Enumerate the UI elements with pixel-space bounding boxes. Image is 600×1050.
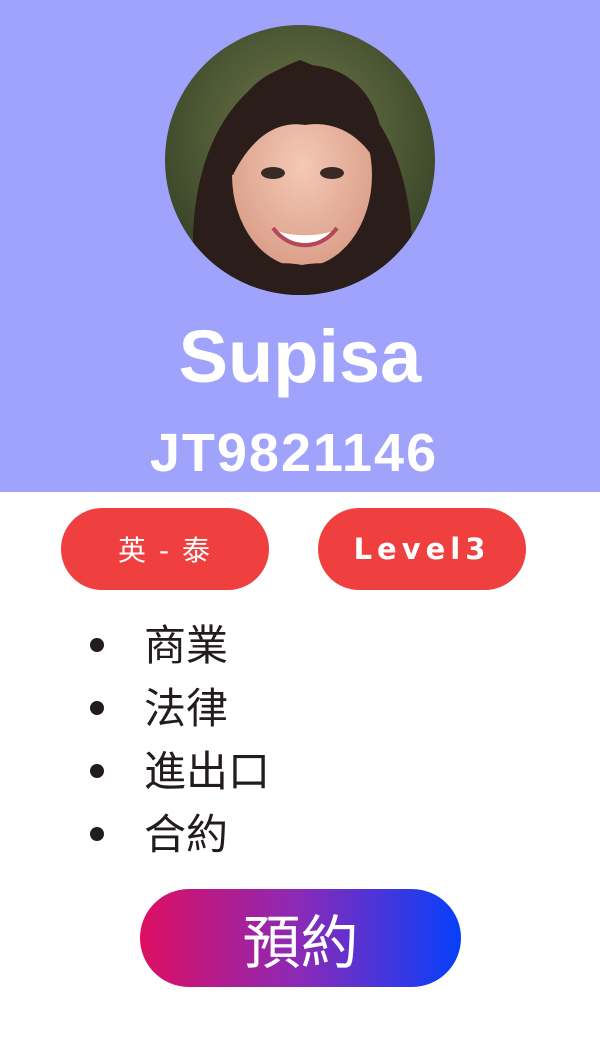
list-item: 合約 [90, 803, 270, 866]
translator-code: JT9821146 [149, 423, 439, 483]
avatar-photo [165, 25, 435, 295]
bullet-icon [90, 764, 104, 778]
list-item: 進出口 [90, 740, 270, 803]
list-item: 法律 [90, 677, 270, 740]
language-pair-badge: 英 - 泰 [61, 508, 269, 590]
bullet-icon [90, 638, 104, 652]
specialty-label: 進出口 [144, 747, 271, 796]
book-button[interactable]: 預約 [140, 889, 461, 987]
specialty-label: 法律 [144, 684, 229, 733]
specialty-list: 商業 法律 進出口 合約 [90, 614, 270, 866]
level-badge: Level3 [318, 508, 526, 590]
specialty-label: 商業 [144, 621, 229, 670]
list-item: 商業 [90, 614, 270, 677]
bullet-icon [90, 701, 104, 715]
profile-header: Supisa JT9821146 [0, 0, 600, 492]
specialty-label: 合約 [144, 810, 229, 859]
translator-name: Supisa [178, 315, 422, 398]
bullet-icon [90, 827, 104, 841]
avatar [165, 25, 435, 295]
